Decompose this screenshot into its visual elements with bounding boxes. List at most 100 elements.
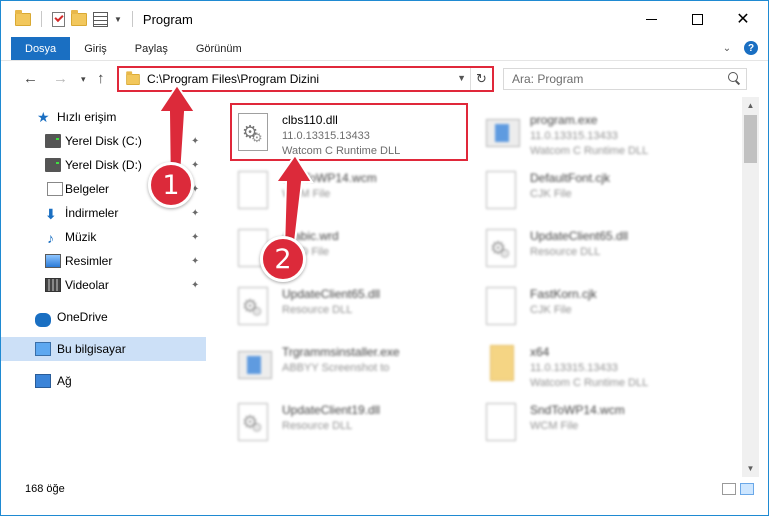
sidebar-item-label: Ağ	[57, 374, 72, 388]
file-name: UpdateClient65.dll	[530, 229, 629, 243]
file-description: Watcom C Runtime DLL	[530, 377, 649, 389]
file-name: SndToWP14.wcm	[530, 403, 625, 417]
file-item[interactable]: Trgrammsinstaller.exe ABBYY Screenshot t…	[232, 337, 472, 393]
dll-icon	[238, 287, 268, 325]
file-icon	[486, 403, 516, 441]
file-item[interactable]: FastKorn.cjk CJK File	[480, 279, 720, 335]
music-icon: ♪	[47, 230, 54, 246]
properties-icon[interactable]	[93, 11, 108, 27]
file-name: UpdateClient65.dll	[282, 287, 381, 301]
close-button[interactable]: ✕	[720, 1, 766, 37]
properties-check-icon[interactable]	[52, 11, 65, 27]
recent-locations-icon[interactable]: ▾	[81, 74, 86, 85]
ribbon-tabs: Dosya Giriş Paylaş Görünüm ⌄ ?	[1, 37, 768, 61]
new-folder-icon[interactable]	[71, 9, 87, 26]
sidebar-item-label: Bu bilgisayar	[57, 342, 126, 356]
file-item[interactable]: program.exe 11.0.13315.13433 Watcom C Ru…	[480, 105, 720, 161]
title-bar: ▼ Program ✕	[1, 1, 768, 37]
exe-icon-wrap	[486, 113, 520, 153]
sidebar-item-label: Yerel Disk (C:)	[65, 134, 142, 148]
sidebar-item-label: OneDrive	[57, 310, 108, 324]
file-icon	[486, 171, 516, 209]
file-item[interactable]: SndToWP14.wcm WCM File	[480, 395, 720, 451]
window-title: Program	[142, 11, 193, 27]
video-icon	[45, 278, 61, 292]
scroll-down-icon[interactable]: ▼	[742, 460, 759, 477]
sidebar-item-label: Yerel Disk (D:)	[65, 158, 142, 172]
scroll-thumb[interactable]	[744, 115, 757, 163]
tab-share[interactable]: Paylaş	[121, 37, 182, 60]
help-icon[interactable]: ?	[744, 41, 758, 55]
chevron-down-icon[interactable]: ▼	[457, 73, 466, 83]
pin-icon[interactable]: ✦	[191, 232, 199, 243]
forward-arrow-icon[interactable]: →	[53, 70, 68, 87]
folder-icon	[15, 9, 31, 26]
dll-icon-wrap	[238, 287, 272, 327]
tab-home[interactable]: Giriş	[70, 37, 121, 60]
file-type: Resource DLL	[282, 420, 353, 432]
chevron-down-icon[interactable]: ⌄	[720, 41, 734, 55]
file-description: ABBYY Screenshot to	[282, 362, 390, 374]
sidebar-item-onedrive[interactable]: OneDrive	[1, 305, 206, 329]
tab-file[interactable]: Dosya	[11, 37, 71, 60]
sidebar-item-label: Müzik	[65, 230, 97, 244]
customize-toolbar-icon[interactable]: ▼	[114, 15, 122, 24]
maximize-icon	[691, 13, 703, 25]
details-view-icon[interactable]	[722, 483, 736, 495]
sidebar-item-network[interactable]: Ağ	[1, 369, 206, 393]
file-item[interactable]: x64 11.0.13315.13433 Watcom C Runtime DL…	[480, 337, 720, 393]
file-name: Trgrammsinstaller.exe	[282, 345, 400, 359]
file-version: 11.0.13315.13433	[530, 362, 618, 374]
exe-icon	[486, 119, 520, 147]
sidebar-item-label: Hızlı erişim	[57, 110, 117, 124]
file-item[interactable]: UpdateClient65.dll Resource DLL	[232, 279, 472, 335]
sidebar-item-videos[interactable]: Videolar ✦	[1, 273, 206, 297]
file-name: DefaultFont.cjk	[530, 171, 611, 185]
dll-icon	[486, 229, 516, 267]
file-type: CJK File	[530, 188, 572, 200]
minimize-button[interactable]	[628, 1, 674, 37]
sidebar-item-label: Videolar	[65, 278, 109, 292]
file-name: FastKorn.cjk	[530, 287, 597, 301]
disk-icon	[45, 134, 61, 148]
tiles-view-icon[interactable]	[740, 483, 754, 495]
quick-access-toolbar: ▼	[15, 9, 137, 27]
disk-icon	[45, 158, 61, 172]
pin-icon[interactable]: ✦	[191, 256, 199, 267]
maximize-button[interactable]	[674, 1, 720, 37]
star-icon: ★	[37, 109, 50, 125]
step-badge-1: 1	[148, 162, 194, 208]
pin-icon[interactable]: ✦	[191, 208, 199, 219]
search-input[interactable]: Ara: Program	[512, 72, 583, 86]
file-item[interactable]: DefaultFont.cjk CJK File	[480, 163, 720, 219]
sidebar-item-label: Resimler	[65, 254, 113, 268]
pictures-icon	[45, 254, 61, 268]
file-name: program.exe	[530, 113, 598, 127]
file-item[interactable]: UpdateClient19.dll Resource DLL	[232, 395, 472, 451]
exe-icon-wrap	[238, 345, 272, 385]
file-version: 11.0.13315.13433	[530, 130, 618, 142]
up-arrow-icon[interactable]: ↑	[97, 70, 105, 87]
tab-view[interactable]: Görünüm	[182, 37, 256, 60]
sidebar-item-label: Belgeler	[65, 182, 110, 196]
download-icon: ⬇	[45, 206, 57, 222]
sidebar-item-pictures[interactable]: Resimler ✦	[1, 249, 206, 273]
item-count: 168 öğe	[25, 483, 65, 495]
search-icon[interactable]	[728, 72, 740, 84]
file-description: Watcom C Runtime DLL	[530, 145, 649, 157]
back-arrow-icon[interactable]: ←	[23, 70, 38, 87]
dll-icon-wrap	[486, 229, 520, 269]
sidebar-item-this-pc[interactable]: Bu bilgisayar	[1, 337, 206, 361]
file-type: Resource DLL	[282, 304, 353, 316]
search-box[interactable]: Ara: Program	[503, 68, 747, 90]
vertical-scrollbar[interactable]: ▲ ▼	[742, 97, 759, 477]
file-icon	[486, 287, 516, 325]
exe-icon	[238, 351, 272, 379]
sidebar-item-music[interactable]: ♪ Müzik ✦	[1, 225, 206, 249]
cloud-icon	[35, 313, 51, 327]
network-icon	[35, 374, 51, 388]
refresh-icon[interactable]: ↻	[470, 68, 492, 90]
pin-icon[interactable]: ✦	[191, 280, 199, 291]
file-item[interactable]: UpdateClient65.dll Resource DLL	[480, 221, 720, 277]
scroll-up-icon[interactable]: ▲	[742, 97, 759, 114]
